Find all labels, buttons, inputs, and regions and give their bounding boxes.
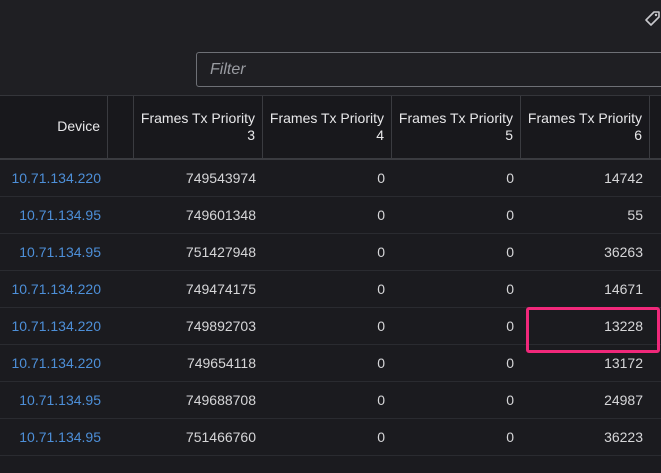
column-header-label: Device [57,118,100,134]
cell-priority-3: 751466760 [185,429,256,445]
cell-priority-4: 0 [377,429,385,445]
cell-priority-5: 0 [506,207,514,223]
column-header-overflow[interactable] [650,96,661,159]
device-link[interactable]: 10.71.134.220 [0,345,108,382]
device-link[interactable]: 10.71.134.95 [0,197,108,234]
table-row: 10.71.134.220 749474175 0 0 14671 [0,271,661,308]
cell-priority-5: 0 [506,170,514,186]
cell-priority-5: 0 [506,244,514,260]
column-header-priority-5[interactable]: Frames Tx Priority 5 [392,96,521,159]
cell-priority-6: 24987 [604,392,643,408]
column-header-label: Frames Tx Priority [269,110,384,126]
cell-priority-5: 0 [506,281,514,297]
column-header-sublabel: 4 [376,127,384,143]
table-row: 10.71.134.220 749543974 0 0 14742 [0,160,661,197]
cell-priority-3: 749892703 [185,318,256,334]
cell-priority-5: 0 [506,392,514,408]
table-row: 10.71.134.95 749601348 0 0 55 [0,197,661,234]
cell-priority-6: 14742 [604,170,643,186]
cell-priority-3: 749601348 [185,207,256,223]
cell-priority-6-highlighted: 13228 [604,318,643,334]
column-header-sublabel: 6 [634,127,642,143]
device-link[interactable]: 10.71.134.95 [0,419,108,456]
cell-priority-4: 0 [377,170,385,186]
cell-priority-5: 0 [506,355,514,371]
device-link[interactable]: 10.71.134.220 [0,308,108,345]
filter-box[interactable] [196,52,661,87]
column-header-device[interactable]: Device [0,96,108,159]
column-header-priority-3[interactable]: Frames Tx Priority 3 [134,96,263,159]
cell-priority-4: 0 [377,281,385,297]
cell-priority-4: 0 [377,355,385,371]
filter-input[interactable] [197,53,661,86]
table-row: 10.71.134.95 749688708 0 0 24987 [0,382,661,419]
cell-priority-3: 749654118 [186,355,256,371]
column-header-sublabel: 5 [505,127,513,143]
column-header-label: Frames Tx Priority [398,110,513,126]
cell-priority-6: 36223 [604,429,643,445]
table-header: Device Frames Tx Priority 3 Frames Tx Pr… [0,95,661,160]
cell-priority-4: 0 [377,244,385,260]
table-row: 10.71.134.95 751466760 0 0 36223 [0,419,661,456]
cell-priority-5: 0 [506,318,514,334]
table-row: 10.71.134.220 749892703 0 0 13228 [0,308,661,345]
device-link[interactable]: 10.71.134.95 [0,234,108,271]
device-link[interactable]: 10.71.134.95 [0,382,108,419]
cell-priority-6: 36263 [604,244,643,260]
cell-priority-3: 749688708 [185,392,256,408]
column-header-label: Frames Tx Priority [527,110,642,126]
cell-priority-4: 0 [377,392,385,408]
tag-icon[interactable] [643,10,661,30]
cell-priority-4: 0 [377,207,385,223]
cell-priority-3: 749543974 [185,170,256,186]
column-header-sublabel: 3 [247,127,255,143]
column-header-priority-4[interactable]: Frames Tx Priority 4 [263,96,392,159]
table-row: 10.71.134.220 749654118 0 0 13172 [0,345,661,382]
cell-priority-3: 749474175 [185,281,256,297]
cell-priority-6: 55 [627,207,643,223]
data-table: Device Frames Tx Priority 3 Frames Tx Pr… [0,95,661,473]
cell-priority-6: 14671 [604,281,643,297]
column-header-priority-6[interactable]: Frames Tx Priority 6 [521,96,650,159]
column-header-label: Frames Tx Priority [140,110,255,126]
device-link[interactable]: 10.71.134.220 [0,160,108,197]
toolbar [0,0,661,95]
cell-priority-5: 0 [506,429,514,445]
cell-priority-6: 13172 [604,355,643,371]
column-header-spacer[interactable] [108,96,134,159]
table-row: 10.71.134.95 751427948 0 0 36263 [0,234,661,271]
cell-priority-4: 0 [377,318,385,334]
device-link[interactable]: 10.71.134.220 [0,271,108,308]
cell-priority-3: 751427948 [185,244,256,260]
